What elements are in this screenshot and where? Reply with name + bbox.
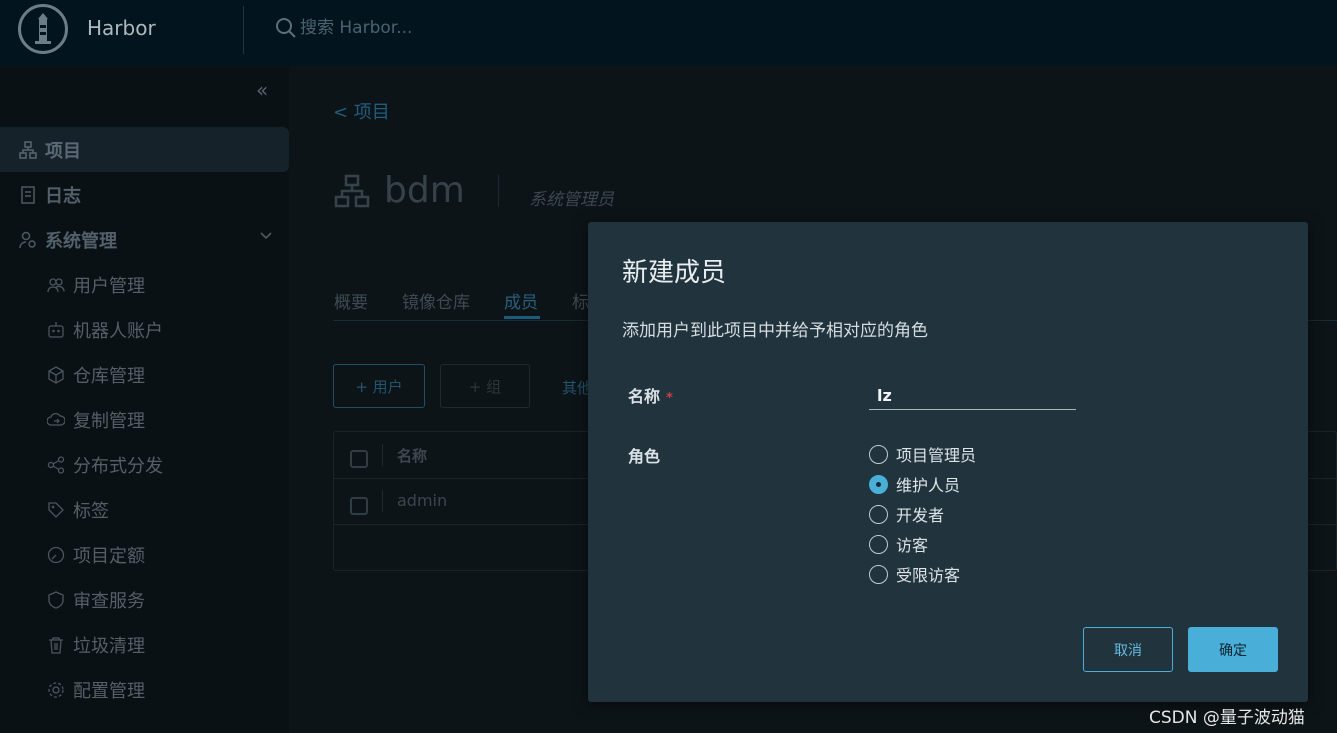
radio-button[interactable]	[869, 504, 888, 524]
project-title: bdm	[384, 170, 465, 211]
project-icon	[19, 140, 37, 159]
cancel-button[interactable]: 取消	[1083, 627, 1173, 672]
tab-members[interactable]: 成员	[504, 288, 538, 313]
sidebar-item-label: 用户管理	[73, 275, 145, 297]
tab-summary[interactable]: 概要	[334, 288, 368, 313]
brand-name: Harbor	[87, 16, 156, 40]
dialog-description: 添加用户到此项目中并给予相对应的角色	[622, 321, 928, 341]
sidebar-item-admin[interactable]: 系统管理	[0, 217, 289, 262]
tag-icon	[48, 501, 64, 518]
role-radio-project-admin[interactable]: 项目管理员	[869, 443, 976, 465]
name-label: 名称 *	[628, 383, 673, 407]
collapse-sidebar-icon[interactable]: «	[256, 78, 268, 102]
sidebar-item-label: 分布式分发	[73, 455, 163, 477]
radio-button[interactable]	[869, 534, 888, 554]
new-member-dialog: 新建成员 添加用户到此项目中并给予相对应的角色 名称 * 角色 项目管理员 维护人…	[588, 222, 1308, 702]
radio-label: 受限访客	[896, 566, 961, 585]
name-label-text: 名称	[628, 387, 661, 406]
role-radio-maintainer[interactable]: 维护人员	[869, 473, 960, 495]
radio-button-selected[interactable]	[869, 474, 888, 494]
sidebar-item-logs[interactable]: 日志	[0, 172, 289, 217]
gear-icon	[48, 681, 64, 698]
sidebar-item-label: 仓库管理	[73, 365, 145, 387]
sidebar-item-label: 垃圾清理	[73, 635, 145, 657]
sidebar-item-label: 项目	[45, 140, 81, 162]
sidebar-item-robots[interactable]: 机器人账户	[0, 307, 289, 352]
sidebar-item-gc[interactable]: 垃圾清理	[0, 622, 289, 667]
radio-button[interactable]	[869, 444, 888, 464]
member-name-input[interactable]	[869, 382, 1076, 410]
radio-label: 项目管理员	[896, 446, 977, 465]
sidebar: « 项目 日志 系统管理 用户管理 机器人账户 仓库管理 复制管理 分布式分发 …	[0, 66, 289, 733]
harbor-logo-icon[interactable]	[18, 4, 68, 54]
column-separator	[382, 444, 383, 466]
table-row: admin	[397, 491, 448, 510]
registry-icon	[48, 365, 64, 384]
project-icon	[334, 174, 370, 208]
back-to-projects-link[interactable]: < 项目	[333, 98, 390, 124]
column-separator	[382, 490, 383, 512]
sidebar-item-distribution[interactable]: 分布式分发	[0, 442, 289, 487]
select-all-checkbox[interactable]	[350, 450, 368, 468]
sidebar-item-label: 日志	[45, 185, 81, 207]
column-header-name[interactable]: 名称	[397, 445, 427, 466]
quota-icon	[47, 546, 65, 563]
sidebar-item-labels[interactable]: 标签	[0, 487, 289, 532]
tab-repositories[interactable]: 镜像仓库	[402, 288, 470, 313]
confirm-button[interactable]: 确定	[1188, 627, 1278, 672]
sidebar-item-interrogation[interactable]: 审查服务	[0, 577, 289, 622]
search-icon[interactable]	[274, 16, 298, 40]
radio-label: 维护人员	[896, 476, 961, 495]
role-radio-guest[interactable]: 访客	[869, 533, 928, 555]
top-navbar: Harbor	[0, 0, 1337, 66]
sidebar-item-label: 标签	[73, 500, 109, 522]
users-icon	[47, 277, 65, 292]
project-role: 系统管理员	[529, 190, 614, 210]
admin-icon	[19, 231, 36, 248]
shield-icon	[48, 590, 64, 609]
sidebar-item-registries[interactable]: 仓库管理	[0, 352, 289, 397]
sidebar-item-label: 项目定额	[73, 545, 145, 567]
robot-icon	[48, 321, 64, 338]
role-radio-developer[interactable]: 开发者	[869, 503, 944, 525]
sidebar-item-quotas[interactable]: 项目定额	[0, 532, 289, 577]
radio-label: 访客	[896, 536, 929, 555]
sidebar-item-users[interactable]: 用户管理	[0, 262, 289, 307]
search-input[interactable]	[300, 17, 600, 39]
replication-icon	[47, 412, 65, 426]
sidebar-item-label: 机器人账户	[73, 320, 163, 342]
title-divider	[498, 175, 499, 207]
log-icon	[21, 185, 35, 204]
active-tab-indicator	[504, 316, 540, 319]
sidebar-item-label: 审查服务	[73, 590, 145, 612]
sidebar-item-label: 配置管理	[73, 680, 145, 702]
header-divider	[243, 6, 244, 54]
role-radio-limited-guest[interactable]: 受限访客	[869, 563, 960, 585]
sidebar-item-config[interactable]: 配置管理	[0, 667, 289, 712]
tab-labels[interactable]: 标	[572, 288, 589, 313]
sidebar-item-projects[interactable]: 项目	[0, 127, 289, 172]
distribution-icon	[47, 455, 65, 474]
sidebar-item-label: 系统管理	[45, 230, 117, 252]
radio-button[interactable]	[869, 564, 888, 584]
required-mark: *	[666, 391, 673, 406]
sidebar-item-replication[interactable]: 复制管理	[0, 397, 289, 442]
chevron-down-icon[interactable]	[259, 229, 273, 243]
add-group-button[interactable]: + 组	[440, 364, 530, 408]
watermark: CSDN @量子波动猫	[1149, 708, 1305, 728]
trash-icon	[49, 636, 63, 654]
add-user-button[interactable]: + 用户	[333, 364, 425, 408]
radio-label: 开发者	[896, 506, 945, 525]
role-label: 角色	[628, 447, 661, 466]
row-checkbox[interactable]	[350, 497, 368, 515]
dialog-title: 新建成员	[622, 258, 727, 288]
sidebar-item-label: 复制管理	[73, 410, 145, 432]
